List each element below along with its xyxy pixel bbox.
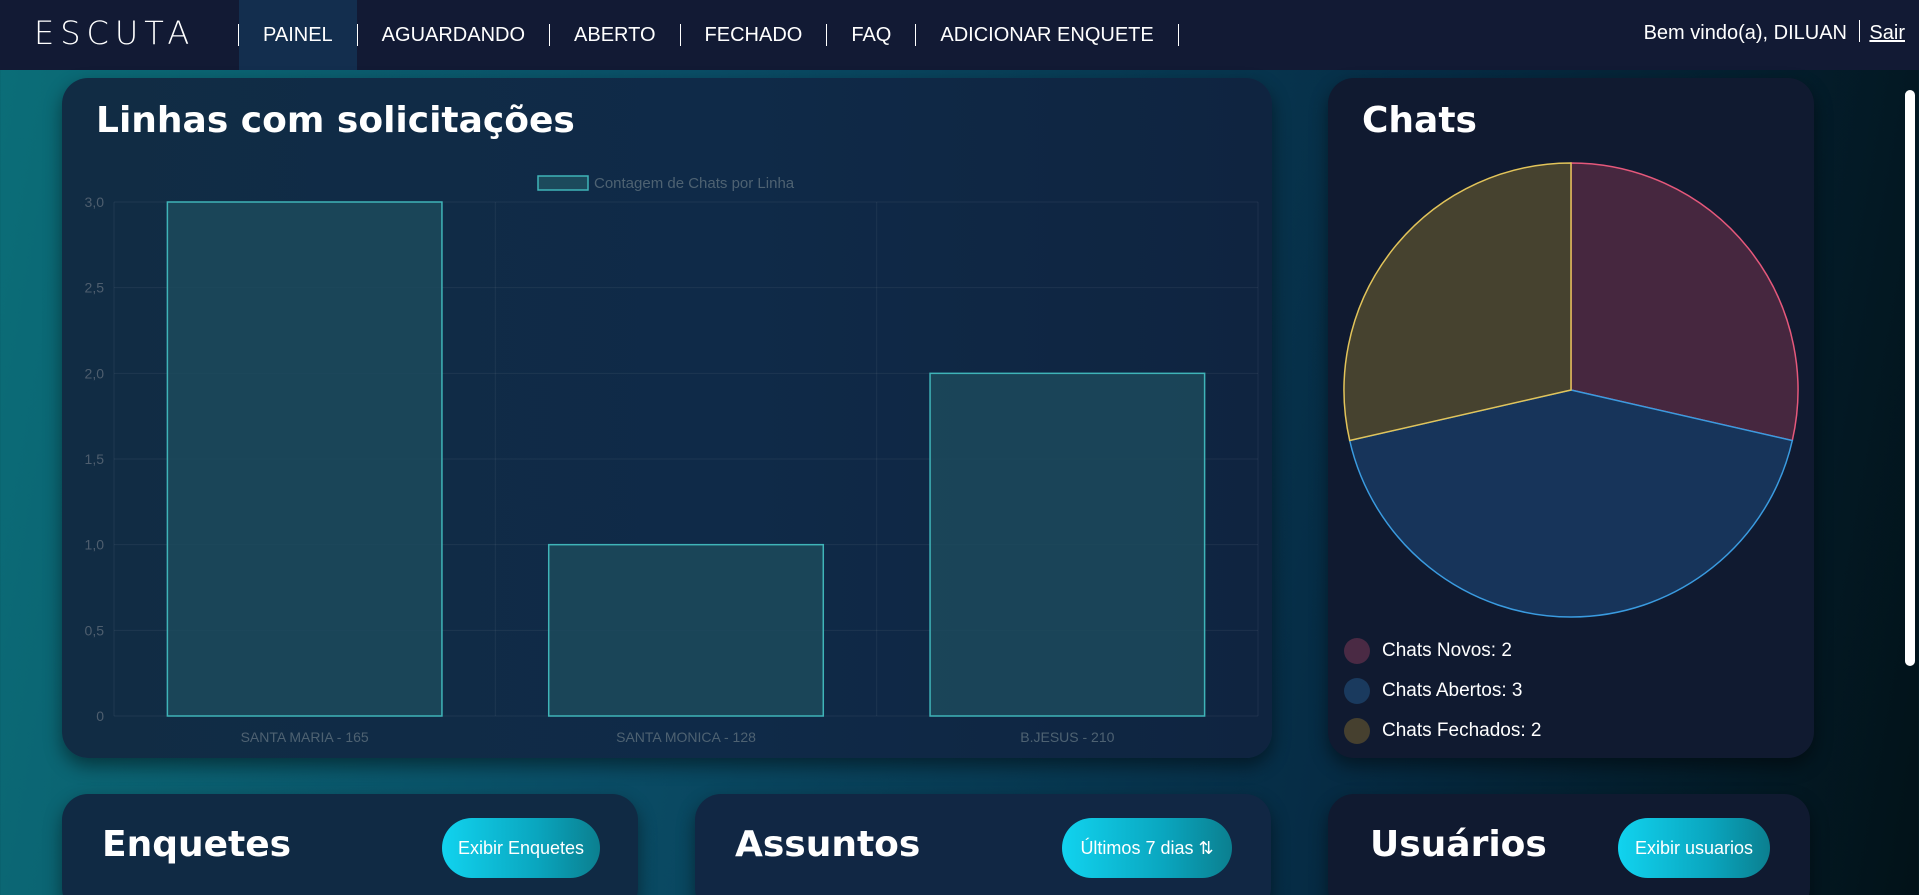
y-tick-label: 0,5 (85, 622, 105, 638)
legend-swatch (537, 175, 589, 191)
bar (547, 543, 825, 717)
nav-item-fechado[interactable]: FECHADO (681, 0, 827, 70)
nav-divider (1177, 24, 1179, 46)
legend-swatch (1344, 638, 1370, 664)
card-title: Assuntos (735, 824, 921, 865)
nav-item-adicionar-enquete[interactable]: ADICIONAR ENQUETE (916, 0, 1177, 70)
x-tick-label: B.JESUS - 210 (1020, 729, 1114, 745)
bar-chart: 0 0,5 1,0 1,5 2,0 2,5 3,0 SANTA MARIA - 165 SANT… (85, 175, 1259, 745)
legend-label: Chats Fechados: 2 (1382, 720, 1542, 741)
nav-item-faq[interactable]: FAQ (827, 0, 915, 70)
legend-swatch (1344, 678, 1370, 704)
pie-chart (1343, 162, 1799, 618)
x-tick-label: SANTA MONICA - 128 (616, 729, 756, 745)
y-tick-label: 1,0 (85, 537, 105, 553)
escuta-logo[interactable]: ESCUTA (34, 14, 195, 52)
show-enquetes-button[interactable]: Exibir Enquetes (442, 818, 600, 878)
top-navbar: ESCUTA PAINEL AGUARDANDO ABERTO FECHADO … (0, 0, 1919, 70)
nav-divider (1859, 20, 1860, 42)
chart-legend: Contagem de Chats por Linha (537, 175, 795, 192)
lines-requests-card: Linhas com solicitações 0 0,5 1,0 1,5 2,0 2,5… (62, 78, 1272, 758)
x-tick-label: SANTA MARIA - 165 (241, 729, 369, 745)
legend-chats-abertos[interactable]: Chats Abertos: 3 (1344, 678, 1522, 704)
page-scrollbar[interactable] (1905, 90, 1915, 666)
period-filter-button[interactable]: Últimos 7 dias ⇅ (1062, 818, 1232, 878)
y-tick-label: 0 (96, 708, 104, 724)
show-users-button[interactable]: Exibir usuarios (1618, 818, 1770, 878)
nav-menu: PAINEL AGUARDANDO ABERTO FECHADO FAQ ADI… (238, 0, 1179, 70)
welcome-text: Bem vindo(a), DILUAN (1643, 22, 1847, 44)
legend-chats-fechados[interactable]: Chats Fechados: 2 (1344, 718, 1541, 744)
card-title: Enquetes (102, 824, 292, 865)
legend-swatch (1344, 718, 1370, 744)
y-tick-label: 3,0 (85, 194, 105, 210)
y-tick-label: 2,5 (85, 280, 105, 296)
logout-link[interactable]: Sair (1869, 22, 1905, 45)
enquetes-card: Enquetes Exibir Enquetes (62, 794, 638, 895)
legend-label: Chats Abertos: 3 (1382, 680, 1523, 701)
legend-chats-novos[interactable]: Chats Novos: 2 (1344, 638, 1512, 664)
legend-label: Chats Novos: 2 (1382, 640, 1512, 661)
bar (166, 201, 443, 717)
nav-item-aguardando[interactable]: AGUARDANDO (358, 0, 549, 70)
bar (929, 372, 1206, 717)
card-title: Usuários (1370, 824, 1547, 865)
nav-item-aberto[interactable]: ABERTO (550, 0, 680, 70)
y-tick-label: 2,0 (85, 365, 105, 381)
usuarios-card: Usuários Exibir usuarios (1328, 794, 1810, 895)
assuntos-card: Assuntos Últimos 7 dias ⇅ (695, 794, 1271, 895)
legend-label: Contagem de Chats por Linha (594, 175, 795, 192)
chats-card: Chats Chats Novos: 2 Chats Abertos: 3 Ch… (1328, 78, 1814, 758)
nav-item-painel[interactable]: PAINEL (239, 0, 357, 70)
y-tick-label: 1,5 (85, 451, 105, 467)
